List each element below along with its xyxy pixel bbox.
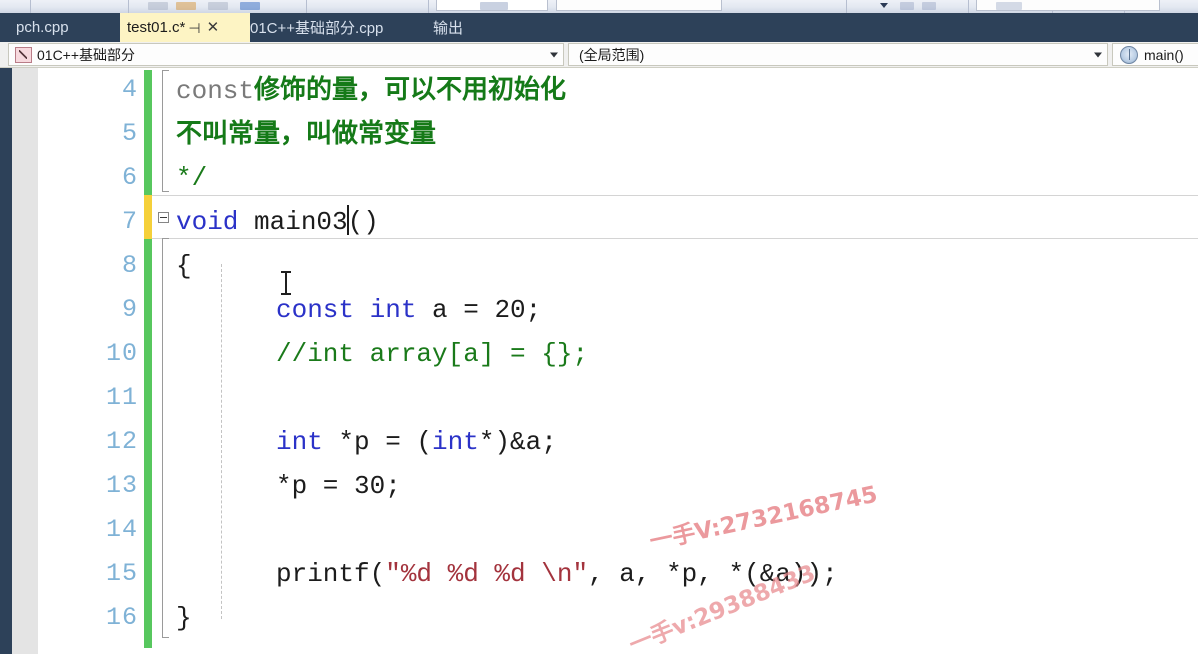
code-token-printf-args: , a, *p, *(&a)); <box>588 559 838 589</box>
toolbar-strip <box>0 0 1198 13</box>
tab-test01-c[interactable]: test01.c* ⊣ ✕ <box>120 13 250 42</box>
scope-name: (全局范围) <box>579 46 645 63</box>
code-line-6[interactable]: */ <box>176 156 207 200</box>
code-token-decl-rest: a = 20; <box>416 295 542 325</box>
line-number: 11 <box>105 383 138 412</box>
code-token-string-literal: "%d %d %d \n" <box>385 559 589 589</box>
project-icon <box>15 46 32 63</box>
line-number: 9 <box>121 295 138 324</box>
chevron-down-icon[interactable] <box>1094 52 1102 57</box>
change-bar <box>144 70 152 648</box>
tab-label: test01.c* <box>127 19 186 36</box>
code-token-keyword-int: int <box>276 427 323 457</box>
project-name: 01C++基础部分 <box>37 46 136 63</box>
toolbar-search-text <box>996 2 1022 10</box>
toolbar-icon-misc[interactable] <box>922 2 936 10</box>
line-number: 12 <box>105 427 138 456</box>
toolbar-separator <box>846 0 847 13</box>
code-line-10[interactable]: //int array[a] = {}; <box>176 332 588 376</box>
close-icon[interactable]: ✕ <box>204 20 223 35</box>
line-number: 14 <box>105 515 138 544</box>
code-token-brace-close: } <box>176 603 192 633</box>
code-token-assign: *p = 30; <box>276 471 401 501</box>
tab-label: pch.cpp <box>16 19 69 36</box>
code-editor[interactable]: 4 5 6 7 8 9 10 11 12 13 14 15 16 const修饰… <box>38 68 1198 654</box>
outlining-column <box>158 68 172 654</box>
outline-bracket-comment <box>162 70 169 192</box>
toolbar-icon-paste[interactable] <box>240 2 260 10</box>
code-line-13[interactable]: *p = 30; <box>176 464 401 508</box>
code-line-9[interactable]: const int a = 20; <box>176 288 541 332</box>
toolbar-separator <box>306 0 307 13</box>
toolbar-separator <box>128 0 129 13</box>
code-line-11[interactable] <box>176 376 276 420</box>
collapse-minus-icon[interactable] <box>158 212 169 223</box>
visual-studio-window: pch.cpp test01.c* ⊣ ✕ 01C++基础部分.cpp 输出 0… <box>0 0 1198 654</box>
toolbar-separator <box>30 0 31 13</box>
code-token-cjk-comment: 不叫常量，叫做常变量 <box>176 119 437 149</box>
code-token-parens: () <box>347 207 379 237</box>
line-number: 10 <box>105 339 138 368</box>
code-token-line-comment: //int array[a] = {}; <box>276 339 589 369</box>
code-line-5[interactable]: 不叫常量，叫做常变量 <box>176 112 436 156</box>
toolbar-config-text <box>480 2 508 10</box>
pin-icon[interactable]: ⊣ <box>185 21 203 35</box>
line-number: 16 <box>105 603 138 632</box>
code-text-area[interactable]: const修饰的量，可以不用初始化 不叫常量，叫做常变量 */ void mai… <box>176 68 1198 654</box>
outline-bracket-function <box>162 238 169 638</box>
toolbar-icon-misc[interactable] <box>900 2 914 10</box>
code-token-keyword-const: const <box>276 295 355 325</box>
toolbar-icon-undo[interactable] <box>148 2 168 10</box>
chevron-down-icon[interactable] <box>880 3 888 8</box>
code-line-7[interactable]: void main03() <box>176 200 379 244</box>
code-token-function-name: main03 <box>238 207 348 237</box>
editor-tab-bar: pch.cpp test01.c* ⊣ ✕ 01C++基础部分.cpp 输出 <box>0 13 1198 42</box>
code-line-16[interactable]: } <box>176 596 192 640</box>
line-number-gutter: 4 5 6 7 8 9 10 11 12 13 14 15 16 <box>38 68 138 654</box>
tab-output[interactable]: 输出 <box>433 13 513 42</box>
toolbar-icon-cut[interactable] <box>208 2 228 10</box>
line-number: 15 <box>105 559 138 588</box>
line-number: 7 <box>121 207 138 236</box>
project-dropdown[interactable]: 01C++基础部分 <box>8 43 564 66</box>
code-token-keyword-int-cast: int <box>432 427 479 457</box>
editor-selection-margin[interactable] <box>12 68 38 654</box>
line-number: 6 <box>121 163 138 192</box>
code-token-comment-end: */ <box>176 163 208 193</box>
code-line-14[interactable] <box>176 508 276 552</box>
code-token-keyword-int: int <box>354 295 417 325</box>
code-token-ptr-mid: *p = ( <box>322 427 433 457</box>
toolbar-icon-redo[interactable] <box>176 2 196 10</box>
code-token-printf-call: printf( <box>276 559 386 589</box>
member-icon <box>1120 45 1138 64</box>
tab-label: 输出 <box>433 20 464 37</box>
toolbar-separator <box>968 0 969 13</box>
toolbar-combo-platform[interactable] <box>556 0 722 11</box>
toolbar-separator <box>428 0 429 13</box>
code-token-brace-open: { <box>176 251 192 281</box>
code-line-8[interactable]: { <box>176 244 192 288</box>
change-bar-unsaved-segment <box>144 195 152 239</box>
line-number: 5 <box>121 119 138 148</box>
tab-pch-cpp[interactable]: pch.cpp <box>0 13 120 42</box>
chevron-down-icon[interactable] <box>550 52 558 57</box>
scope-dropdown[interactable]: (全局范围) <box>568 43 1108 66</box>
code-token-ptr-rest: *)&a; <box>478 427 557 457</box>
window-left-edge <box>0 68 12 654</box>
line-number: 8 <box>121 251 138 280</box>
code-line-15[interactable]: printf("%d %d %d \n", a, *p, *(&a)); <box>176 552 838 596</box>
line-number: 4 <box>121 75 138 104</box>
code-line-12[interactable]: int *p = (int*)&a; <box>176 420 557 464</box>
code-token-cjk-comment: 修饰的量，可以不用初始化 <box>254 75 567 105</box>
tab-01cpp-jichu-cpp[interactable]: 01C++基础部分.cpp <box>250 13 410 42</box>
line-number: 13 <box>105 471 138 500</box>
member-dropdown[interactable]: main() <box>1112 43 1198 66</box>
code-token-const-comment: const <box>176 76 255 106</box>
tab-label: 01C++基础部分.cpp <box>250 20 384 37</box>
code-token-keyword-void: void <box>176 207 239 237</box>
member-name: main() <box>1144 46 1184 63</box>
navigation-bar: 01C++基础部分 (全局范围) main() <box>0 42 1198 68</box>
code-line-4[interactable]: const修饰的量，可以不用初始化 <box>176 68 566 112</box>
editor-region: 4 5 6 7 8 9 10 11 12 13 14 15 16 const修饰… <box>0 68 1198 654</box>
